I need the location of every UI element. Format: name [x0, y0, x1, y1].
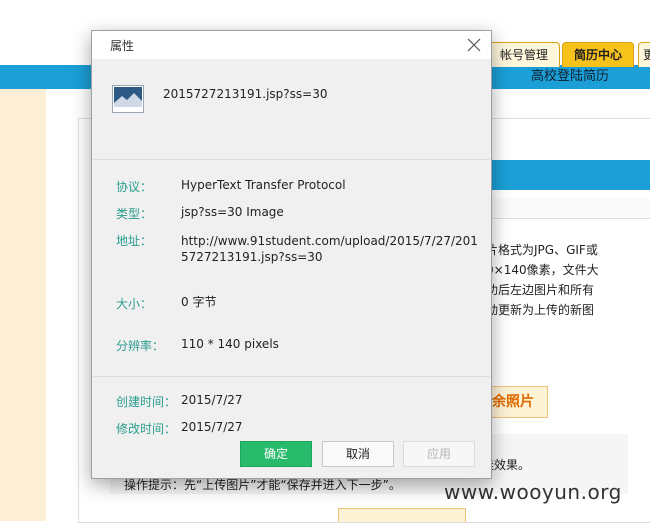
- properties-dialog: 属性 2015727213191.jsp?ss=30 协议： HyperText…: [91, 30, 492, 479]
- divider: [93, 159, 490, 160]
- section-divider: [490, 198, 650, 219]
- divider: [93, 376, 490, 377]
- resolution-value: 110 * 140 pixels: [181, 337, 279, 351]
- size-label: 大小：: [116, 297, 153, 311]
- watermark: www.wooyun.org: [444, 480, 622, 504]
- modified-label: 修改时间：: [116, 422, 177, 436]
- bottom-button[interactable]: [338, 508, 466, 522]
- dialog-title: 属性: [110, 39, 135, 53]
- upload-instructions: 片格式为JPG、GIF或 0×140像素，文件大 功后左边图片和所有 动更新为上…: [486, 240, 650, 320]
- created-label: 创建时间：: [116, 395, 177, 409]
- instruction-line: 动更新为上传的新图: [486, 303, 595, 317]
- modified-value: 2015/7/27: [181, 420, 243, 434]
- close-icon[interactable]: [464, 35, 484, 55]
- file-name: 2015727213191.jsp?ss=30: [163, 87, 328, 101]
- cancel-button[interactable]: 取消: [322, 441, 394, 467]
- resolution-label: 分辨率：: [116, 339, 165, 353]
- tab-more[interactable]: 更: [638, 42, 650, 67]
- page-left-strip: [0, 88, 46, 521]
- type-label: 类型：: [116, 207, 153, 221]
- address-value: http://www.91student.com/upload/2015/7/2…: [181, 234, 478, 264]
- address-label: 地址：: [116, 234, 153, 248]
- instruction-line: 片格式为JPG、GIF或: [486, 243, 598, 257]
- tab-account-management[interactable]: 帐号管理: [488, 42, 560, 67]
- section-header-bar: [490, 160, 650, 190]
- dialog-titlebar[interactable]: 属性: [92, 31, 491, 59]
- protocol-label: 协议：: [116, 180, 153, 194]
- created-value: 2015/7/27: [181, 393, 243, 407]
- page-title: 高校登陆简历: [530, 69, 609, 84]
- instruction-line: 0×140像素，文件大: [486, 263, 599, 277]
- ok-button[interactable]: 确定: [240, 441, 312, 467]
- image-file-icon: [112, 85, 144, 113]
- size-value: 0 字节: [181, 295, 217, 309]
- type-value: jsp?ss=30 Image: [181, 205, 284, 219]
- instruction-line: 功后左边图片和所有: [486, 283, 595, 297]
- protocol-value: HyperText Transfer Protocol: [181, 178, 346, 192]
- tab-resume-center[interactable]: 简历中心: [562, 42, 634, 67]
- apply-button[interactable]: 应用: [403, 441, 475, 467]
